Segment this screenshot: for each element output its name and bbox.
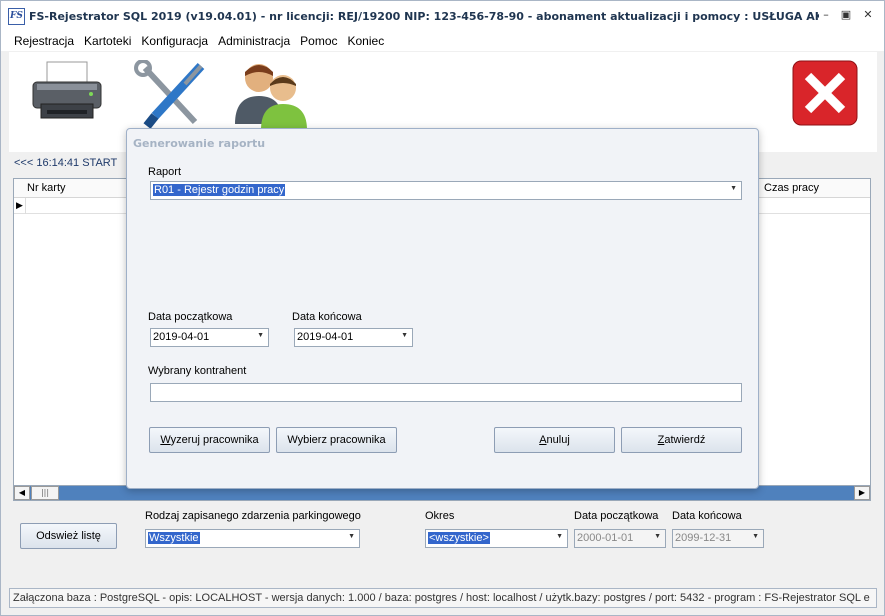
bottom-start-date-picker[interactable]: 2000-01-01 ▼ [574, 529, 666, 548]
report-dialog: Generowanie raportu Raport R01 - Rejestr… [126, 128, 759, 489]
row-indicator-icon: ▶ [14, 198, 26, 214]
maximize-button[interactable]: ▣ [839, 8, 853, 22]
period-value: <wszystkie> [428, 532, 490, 544]
bottom-end-date-value: 2099-12-31 [675, 532, 732, 544]
event-type-value: Wszystkie [148, 532, 200, 544]
column-header-work-time[interactable]: Czas pracy [764, 182, 819, 194]
end-date-label: Data końcowa [292, 311, 362, 323]
printer-icon[interactable] [27, 60, 107, 127]
report-select[interactable]: R01 - Rejestr godzin pracy ▼ [150, 181, 742, 200]
menu-bar: Rejestracja Kartoteki Konfiguracja Admin… [1, 31, 884, 51]
connection-status-bar: Załączona baza : PostgreSQL - opis: LOCA… [9, 588, 877, 608]
window-title: FS-Rejestrator SQL 2019 (v19.04.01) - nr… [29, 10, 819, 23]
exit-icon[interactable] [792, 60, 858, 129]
status-line: <<< 16:14:41 START [14, 157, 118, 169]
period-label: Okres [425, 510, 455, 522]
report-label: Raport [148, 166, 182, 178]
chevron-down-icon: ▼ [556, 533, 563, 540]
period-select[interactable]: <wszystkie> ▼ [425, 529, 568, 548]
chevron-down-icon: ▼ [730, 185, 737, 192]
chevron-down-icon: ▼ [654, 533, 661, 540]
refresh-list-button[interactable]: Odswież listę [20, 523, 117, 549]
start-date-label: Data początkowa [148, 311, 233, 323]
chevron-down-icon: ▼ [348, 533, 355, 540]
menu-rejestracja[interactable]: Rejestracja [9, 31, 79, 51]
users-icon[interactable] [231, 58, 317, 133]
title-bar: FS FS-Rejestrator SQL 2019 (v19.04.01) -… [1, 1, 884, 31]
dialog-title: Generowanie raportu [133, 137, 266, 150]
bottom-start-date-label: Data początkowa [574, 510, 659, 522]
menu-pomoc[interactable]: Pomoc [295, 31, 342, 51]
app-icon: FS [8, 8, 25, 25]
menu-koniec[interactable]: Koniec [343, 31, 390, 51]
contractor-field[interactable] [150, 383, 742, 402]
start-date-picker[interactable]: 2019-04-01 ▼ [150, 328, 269, 347]
close-window-button[interactable]: ✕ [861, 8, 875, 22]
menu-kartoteki[interactable]: Kartoteki [79, 31, 136, 51]
scroll-left-icon[interactable]: ◀ [14, 486, 30, 500]
bottom-end-date-label: Data końcowa [672, 510, 742, 522]
choose-employee-button[interactable]: Wybierz pracownika [276, 427, 397, 453]
chevron-down-icon: ▼ [257, 332, 264, 339]
end-date-value: 2019-04-01 [297, 331, 354, 343]
contractor-label: Wybrany kontrahent [148, 365, 247, 377]
tools-icon[interactable] [133, 59, 213, 133]
menu-administracja[interactable]: Administracja [213, 31, 295, 51]
bottom-end-date-picker[interactable]: 2099-12-31 ▼ [672, 529, 764, 548]
bottom-start-date-value: 2000-01-01 [577, 532, 634, 544]
chevron-down-icon: ▼ [401, 332, 408, 339]
confirm-button[interactable]: Zatwierdź [621, 427, 742, 453]
chevron-down-icon: ▼ [752, 533, 759, 540]
clear-employee-button[interactable]: Wyzeruj pracownika [149, 427, 270, 453]
scroll-thumb[interactable]: ||| [31, 486, 59, 500]
start-date-value: 2019-04-01 [153, 331, 210, 343]
report-value: R01 - Rejestr godzin pracy [153, 184, 286, 196]
column-header-card[interactable]: Nr karty [27, 182, 66, 194]
scroll-right-icon[interactable]: ▶ [854, 486, 870, 500]
minimize-button[interactable]: – [819, 8, 833, 22]
end-date-picker[interactable]: 2019-04-01 ▼ [294, 328, 413, 347]
event-type-select[interactable]: Wszystkie ▼ [145, 529, 360, 548]
event-type-label: Rodzaj zapisanego zdarzenia parkingowego [145, 510, 361, 522]
menu-konfiguracja[interactable]: Konfiguracja [136, 31, 213, 51]
cancel-button[interactable]: Anuluj [494, 427, 615, 453]
